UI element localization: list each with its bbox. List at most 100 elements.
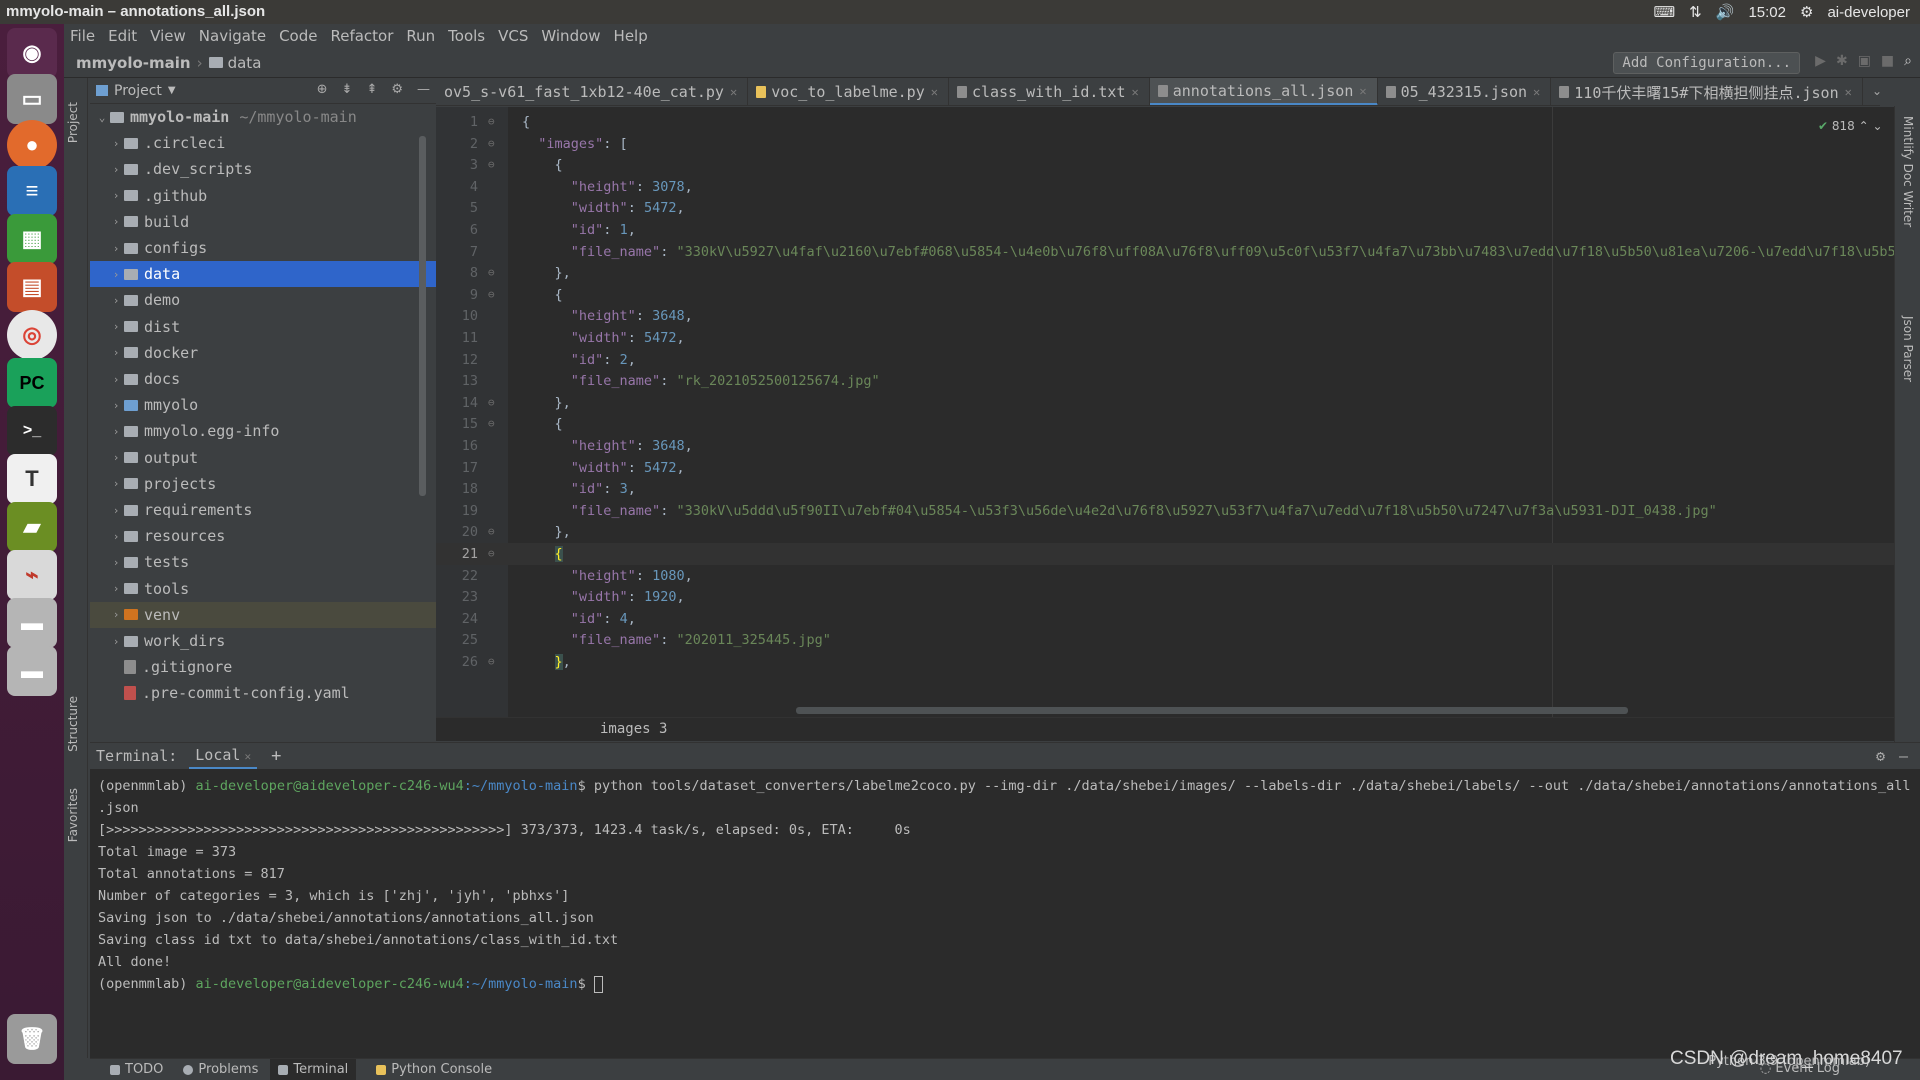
fold-marker-icon[interactable]: ⊖ bbox=[488, 284, 495, 306]
todo-tool-button[interactable]: TODO bbox=[110, 1062, 163, 1077]
tree-item[interactable]: › .circleci bbox=[90, 130, 436, 156]
tree-item[interactable]: › projects bbox=[90, 471, 436, 497]
terminal-final-prompt[interactable]: (openmmlab) ai-developer@aideveloper-c24… bbox=[98, 973, 603, 995]
collapsed-chevron-icon[interactable]: › bbox=[108, 268, 124, 281]
stop-icon[interactable]: ■ bbox=[1881, 53, 1894, 69]
tree-item[interactable]: › .github bbox=[90, 183, 436, 209]
locate-icon[interactable]: ⊕ bbox=[317, 82, 328, 97]
writer-icon[interactable]: ≡ bbox=[7, 166, 57, 216]
code-line[interactable]: 8 ⊖ }, bbox=[436, 262, 1908, 284]
menu-code[interactable]: Code bbox=[279, 27, 317, 45]
terminal-app-icon[interactable]: >_ bbox=[7, 406, 57, 456]
fold-marker-icon[interactable]: ⊖ bbox=[488, 521, 495, 543]
chrome-icon[interactable]: ◎ bbox=[7, 310, 57, 360]
fold-marker-icon[interactable]: ⊖ bbox=[488, 392, 495, 414]
collapsed-chevron-icon[interactable]: › bbox=[108, 320, 124, 333]
run-icon[interactable]: ▶ bbox=[1815, 53, 1826, 69]
menu-tools[interactable]: Tools bbox=[448, 27, 485, 45]
menu-vcs[interactable]: VCS bbox=[498, 27, 528, 45]
collapsed-chevron-icon[interactable]: › bbox=[108, 373, 124, 386]
network-icon[interactable]: ⇅ bbox=[1689, 3, 1702, 21]
collapsed-chevron-icon[interactable]: › bbox=[108, 477, 124, 490]
code-line[interactable]: 22 "height": 1080, bbox=[436, 565, 1908, 587]
problems-tool-button[interactable]: Problems bbox=[183, 1062, 258, 1077]
pycharm-icon[interactable]: PC bbox=[7, 358, 57, 408]
settings-gear-icon[interactable]: ⚙ bbox=[1800, 3, 1813, 21]
horizontal-scrollbar[interactable] bbox=[796, 707, 1628, 714]
close-icon[interactable]: ✕ bbox=[1359, 84, 1366, 98]
search-icon[interactable]: ⌕ bbox=[1904, 53, 1912, 69]
expanded-chevron-icon[interactable]: ⌄ bbox=[94, 111, 110, 124]
trash-icon[interactable]: 🗑 bbox=[7, 1014, 57, 1064]
tabs-overflow-chevron-icon[interactable]: ⌄ bbox=[1872, 84, 1882, 98]
coverage-icon[interactable]: ▣ bbox=[1858, 53, 1871, 69]
collapsed-chevron-icon[interactable]: › bbox=[108, 163, 124, 176]
collapsed-chevron-icon[interactable]: › bbox=[108, 530, 124, 543]
editor-tab[interactable]: 05_432315.json ✕ bbox=[1378, 78, 1552, 105]
python-console-tool-button[interactable]: Python Console bbox=[376, 1062, 492, 1077]
tree-item[interactable]: › requirements bbox=[90, 497, 436, 523]
tree-item[interactable]: › venv bbox=[90, 601, 436, 628]
calc-icon[interactable]: ▦ bbox=[7, 214, 57, 264]
close-icon[interactable]: ✕ bbox=[931, 85, 938, 99]
tree-item[interactable]: › data bbox=[90, 261, 436, 288]
tree-item[interactable]: › tests bbox=[90, 549, 436, 575]
code-line[interactable]: 13 "file_name": "rk_2021052500125674.jpg… bbox=[436, 370, 1908, 392]
project-scrollbar[interactable] bbox=[419, 136, 426, 496]
collapsed-chevron-icon[interactable]: › bbox=[108, 635, 124, 648]
fold-marker-icon[interactable]: ⊖ bbox=[488, 413, 495, 435]
inspection-widget[interactable]: ✔ 818 ⌃ ⌄ bbox=[1818, 119, 1883, 133]
close-icon[interactable]: ✕ bbox=[244, 750, 251, 763]
code-line[interactable]: 14 ⊖ }, bbox=[436, 392, 1908, 414]
project-panel-title[interactable]: Project bbox=[114, 83, 162, 99]
terminal-panel[interactable]: Terminal: Local ✕ + ⚙ — (openmmlab) ai-de… bbox=[90, 742, 1920, 1058]
impress-icon[interactable]: ▤ bbox=[7, 262, 57, 312]
code-line[interactable]: 17 "width": 5472, bbox=[436, 457, 1908, 479]
close-icon[interactable]: ✕ bbox=[1845, 85, 1852, 99]
disk-icon-2[interactable]: ▬ bbox=[7, 646, 57, 696]
breadcrumb-folder[interactable]: data bbox=[228, 54, 262, 72]
menu-navigate[interactable]: Navigate bbox=[199, 27, 266, 45]
editor-breadcrumb[interactable]: images 3 bbox=[436, 717, 1908, 741]
code-line[interactable]: 7 "file_name": "330kV\u5927\u4faf\u2160\… bbox=[436, 241, 1908, 263]
code-line[interactable]: 1 ⊖ { bbox=[436, 111, 1908, 133]
code-line[interactable]: 4 "height": 3078, bbox=[436, 176, 1908, 198]
close-icon[interactable]: ✕ bbox=[1132, 85, 1139, 99]
dropdown-chevron-icon[interactable]: ▼ bbox=[168, 85, 176, 96]
collapsed-chevron-icon[interactable]: › bbox=[108, 582, 124, 595]
fold-marker-icon[interactable]: ⊖ bbox=[488, 154, 495, 176]
collapsed-chevron-icon[interactable]: › bbox=[108, 399, 124, 412]
ubuntu-logo-icon[interactable]: ◉ bbox=[7, 28, 57, 78]
editor-tab[interactable]: class_with_id.txt ✕ bbox=[949, 78, 1150, 105]
expand-all-icon[interactable]: ⇟ bbox=[342, 82, 353, 97]
fold-marker-icon[interactable]: ⊖ bbox=[488, 543, 495, 565]
tree-item[interactable]: › dist bbox=[90, 314, 436, 340]
code-line[interactable]: 6 "id": 1, bbox=[436, 219, 1908, 241]
disk-icon[interactable]: ▬ bbox=[7, 598, 57, 648]
code-line[interactable]: 16 "height": 3648, bbox=[436, 435, 1908, 457]
tree-root[interactable]: ⌄ mmyolo-main ~/mmyolo-main bbox=[90, 104, 436, 130]
menu-file[interactable]: File bbox=[70, 27, 95, 45]
terminal-tab-local[interactable]: Local ✕ bbox=[189, 743, 258, 769]
code-line[interactable]: 18 "id": 3, bbox=[436, 478, 1908, 500]
editor-tab[interactable]: ov5_s-v61_fast_1xb12-40e_cat.py ✕ bbox=[436, 78, 749, 105]
files-icon[interactable]: ▭ bbox=[7, 74, 57, 124]
code-line[interactable]: 24 "id": 4, bbox=[436, 608, 1908, 630]
fold-marker-icon[interactable]: ⊖ bbox=[488, 651, 495, 673]
user-name[interactable]: ai-developer bbox=[1827, 4, 1910, 21]
menu-help[interactable]: Help bbox=[614, 27, 648, 45]
collapsed-chevron-icon[interactable]: › bbox=[108, 608, 124, 621]
tree-item[interactable]: › work_dirs bbox=[90, 628, 436, 654]
collapsed-chevron-icon[interactable]: › bbox=[108, 294, 124, 307]
structure-tool-tab[interactable]: Structure bbox=[66, 696, 80, 752]
json-parser-tool-tab[interactable]: Json Parser bbox=[1901, 316, 1915, 382]
collapsed-chevron-icon[interactable]: › bbox=[108, 346, 124, 359]
firefox-icon[interactable]: ● bbox=[7, 120, 57, 170]
code-line[interactable]: 3 ⊖ { bbox=[436, 154, 1908, 176]
breadcrumb-project[interactable]: mmyolo-main bbox=[76, 54, 191, 72]
code-line[interactable]: 23 "width": 1920, bbox=[436, 586, 1908, 608]
collapsed-chevron-icon[interactable]: › bbox=[108, 504, 124, 517]
gear-icon[interactable]: ⚙ bbox=[1876, 747, 1885, 765]
code-editor[interactable]: 1 ⊖{2 ⊖ "images": [3 ⊖ {4 "height": 3078, 5 … bbox=[436, 107, 1908, 717]
close-icon[interactable]: ✕ bbox=[730, 85, 737, 99]
